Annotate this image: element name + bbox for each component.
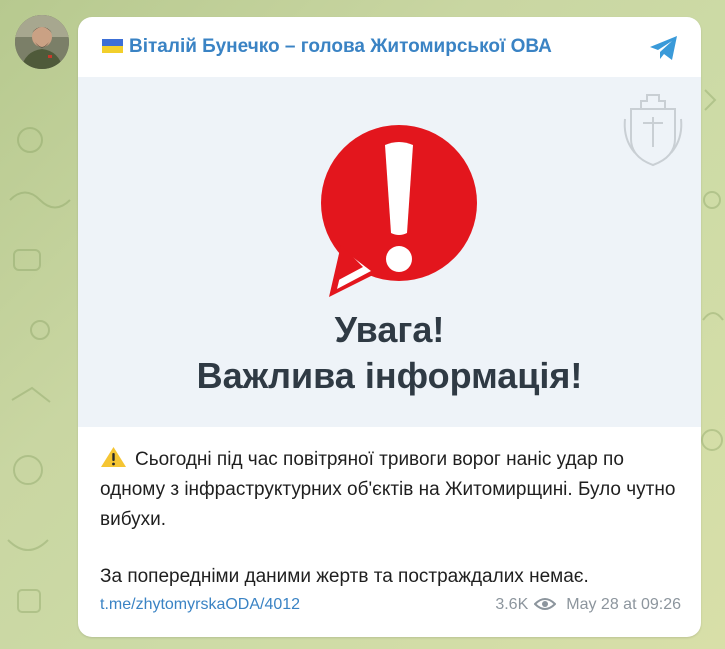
channel-title-text: Віталій Бунечко – голова Житомирської ОВ… [129,36,552,57]
warning-icon [101,447,126,467]
message-card: Віталій Бунечко – голова Житомирської ОВ… [78,17,701,637]
message-meta: 3.6K May 28 at 09:26 [495,596,681,614]
message-paragraph-2: За попередніми даними жертв та постражда… [100,566,589,587]
headline-line2: Важлива інформація! [196,355,583,396]
message-header: Віталій Бунечко – голова Житомирської ОВ… [78,17,701,77]
ukraine-flag-icon [102,39,123,53]
views-count: 3.6K [495,596,529,613]
message-timestamp: May 28 at 09:26 [566,596,681,613]
message-footer: t.me/zhytomyrskaODA/4012 3.6K May 28 at 0… [100,596,681,620]
post-link[interactable]: t.me/zhytomyrskaODA/4012 [100,596,300,614]
message-paragraph-1: Сьогодні під час повітряної тривоги воро… [100,445,690,535]
exclamation-bubble-icon [321,125,477,297]
telegram-plane-icon[interactable] [647,31,681,65]
message-image[interactable]: Увага! Важлива інформація! [78,77,701,427]
channel-title[interactable]: Віталій Бунечко – голова Житомирської ОВ… [102,36,552,58]
headline-line1: Увага! [334,309,445,350]
message-paragraph-1-text: Сьогодні під час повітряної тривоги воро… [100,449,676,530]
message-text: Сьогодні під час повітряної тривоги воро… [100,445,690,592]
coat-of-arms-icon [623,94,683,167]
avatar-photo [15,15,69,69]
channel-avatar[interactable] [15,15,69,69]
eye-icon [534,598,557,610]
